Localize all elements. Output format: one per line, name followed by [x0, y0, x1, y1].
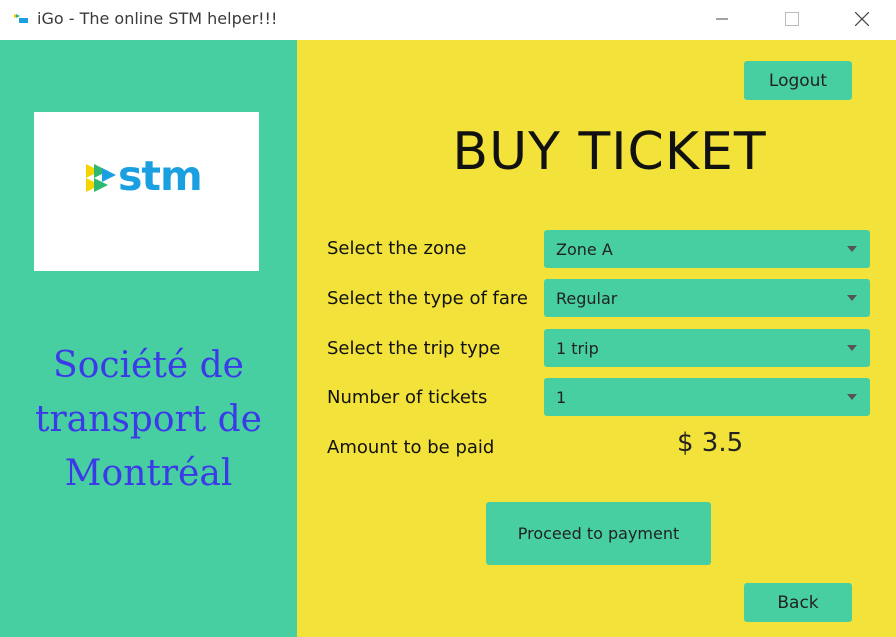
- logo-text: stm: [118, 152, 203, 200]
- main-panel: Logout BUY TICKET Select the zone Zone A…: [297, 40, 896, 637]
- logout-button[interactable]: Logout: [744, 61, 852, 100]
- chevron-down-icon: [847, 246, 857, 252]
- chevron-down-icon: [847, 394, 857, 400]
- app-icon: [14, 14, 28, 23]
- trip-type-select-value: 1 trip: [556, 338, 599, 358]
- maximize-button[interactable]: [769, 0, 815, 38]
- ticket-count-select-value: 1: [556, 387, 567, 407]
- proceed-to-payment-button[interactable]: Proceed to payment: [486, 502, 711, 565]
- trip-type-label: Select the trip type: [327, 338, 501, 359]
- amount-label: Amount to be paid: [327, 437, 495, 458]
- stm-logo: stm: [34, 112, 259, 271]
- minimize-button[interactable]: [699, 0, 745, 38]
- back-button[interactable]: Back: [744, 583, 852, 622]
- chevron-down-icon: [847, 295, 857, 301]
- fare-type-label: Select the type of fare: [327, 288, 528, 309]
- window-title: iGo - The online STM helper!!!: [37, 9, 278, 28]
- minimize-icon: [716, 18, 728, 20]
- close-icon: [855, 12, 869, 26]
- zone-select[interactable]: Zone A: [544, 230, 870, 268]
- zone-select-value: Zone A: [556, 239, 613, 259]
- ticket-count-select[interactable]: 1: [544, 378, 870, 416]
- amount-value: $ 3.5: [677, 428, 744, 458]
- maximize-icon: [785, 12, 799, 26]
- page-title: BUY TICKET: [452, 122, 767, 182]
- sidebar: stm Société de transport de Montréal: [0, 40, 297, 637]
- title-bar: iGo - The online STM helper!!!: [0, 0, 896, 40]
- chevron-down-icon: [847, 345, 857, 351]
- zone-label: Select the zone: [327, 238, 467, 259]
- fare-type-select-value: Regular: [556, 288, 618, 308]
- organization-name: Société de transport de Montréal: [35, 345, 262, 494]
- close-button[interactable]: [839, 0, 885, 38]
- ticket-count-label: Number of tickets: [327, 387, 488, 408]
- trip-type-select[interactable]: 1 trip: [544, 329, 870, 367]
- fare-type-select[interactable]: Regular: [544, 279, 870, 317]
